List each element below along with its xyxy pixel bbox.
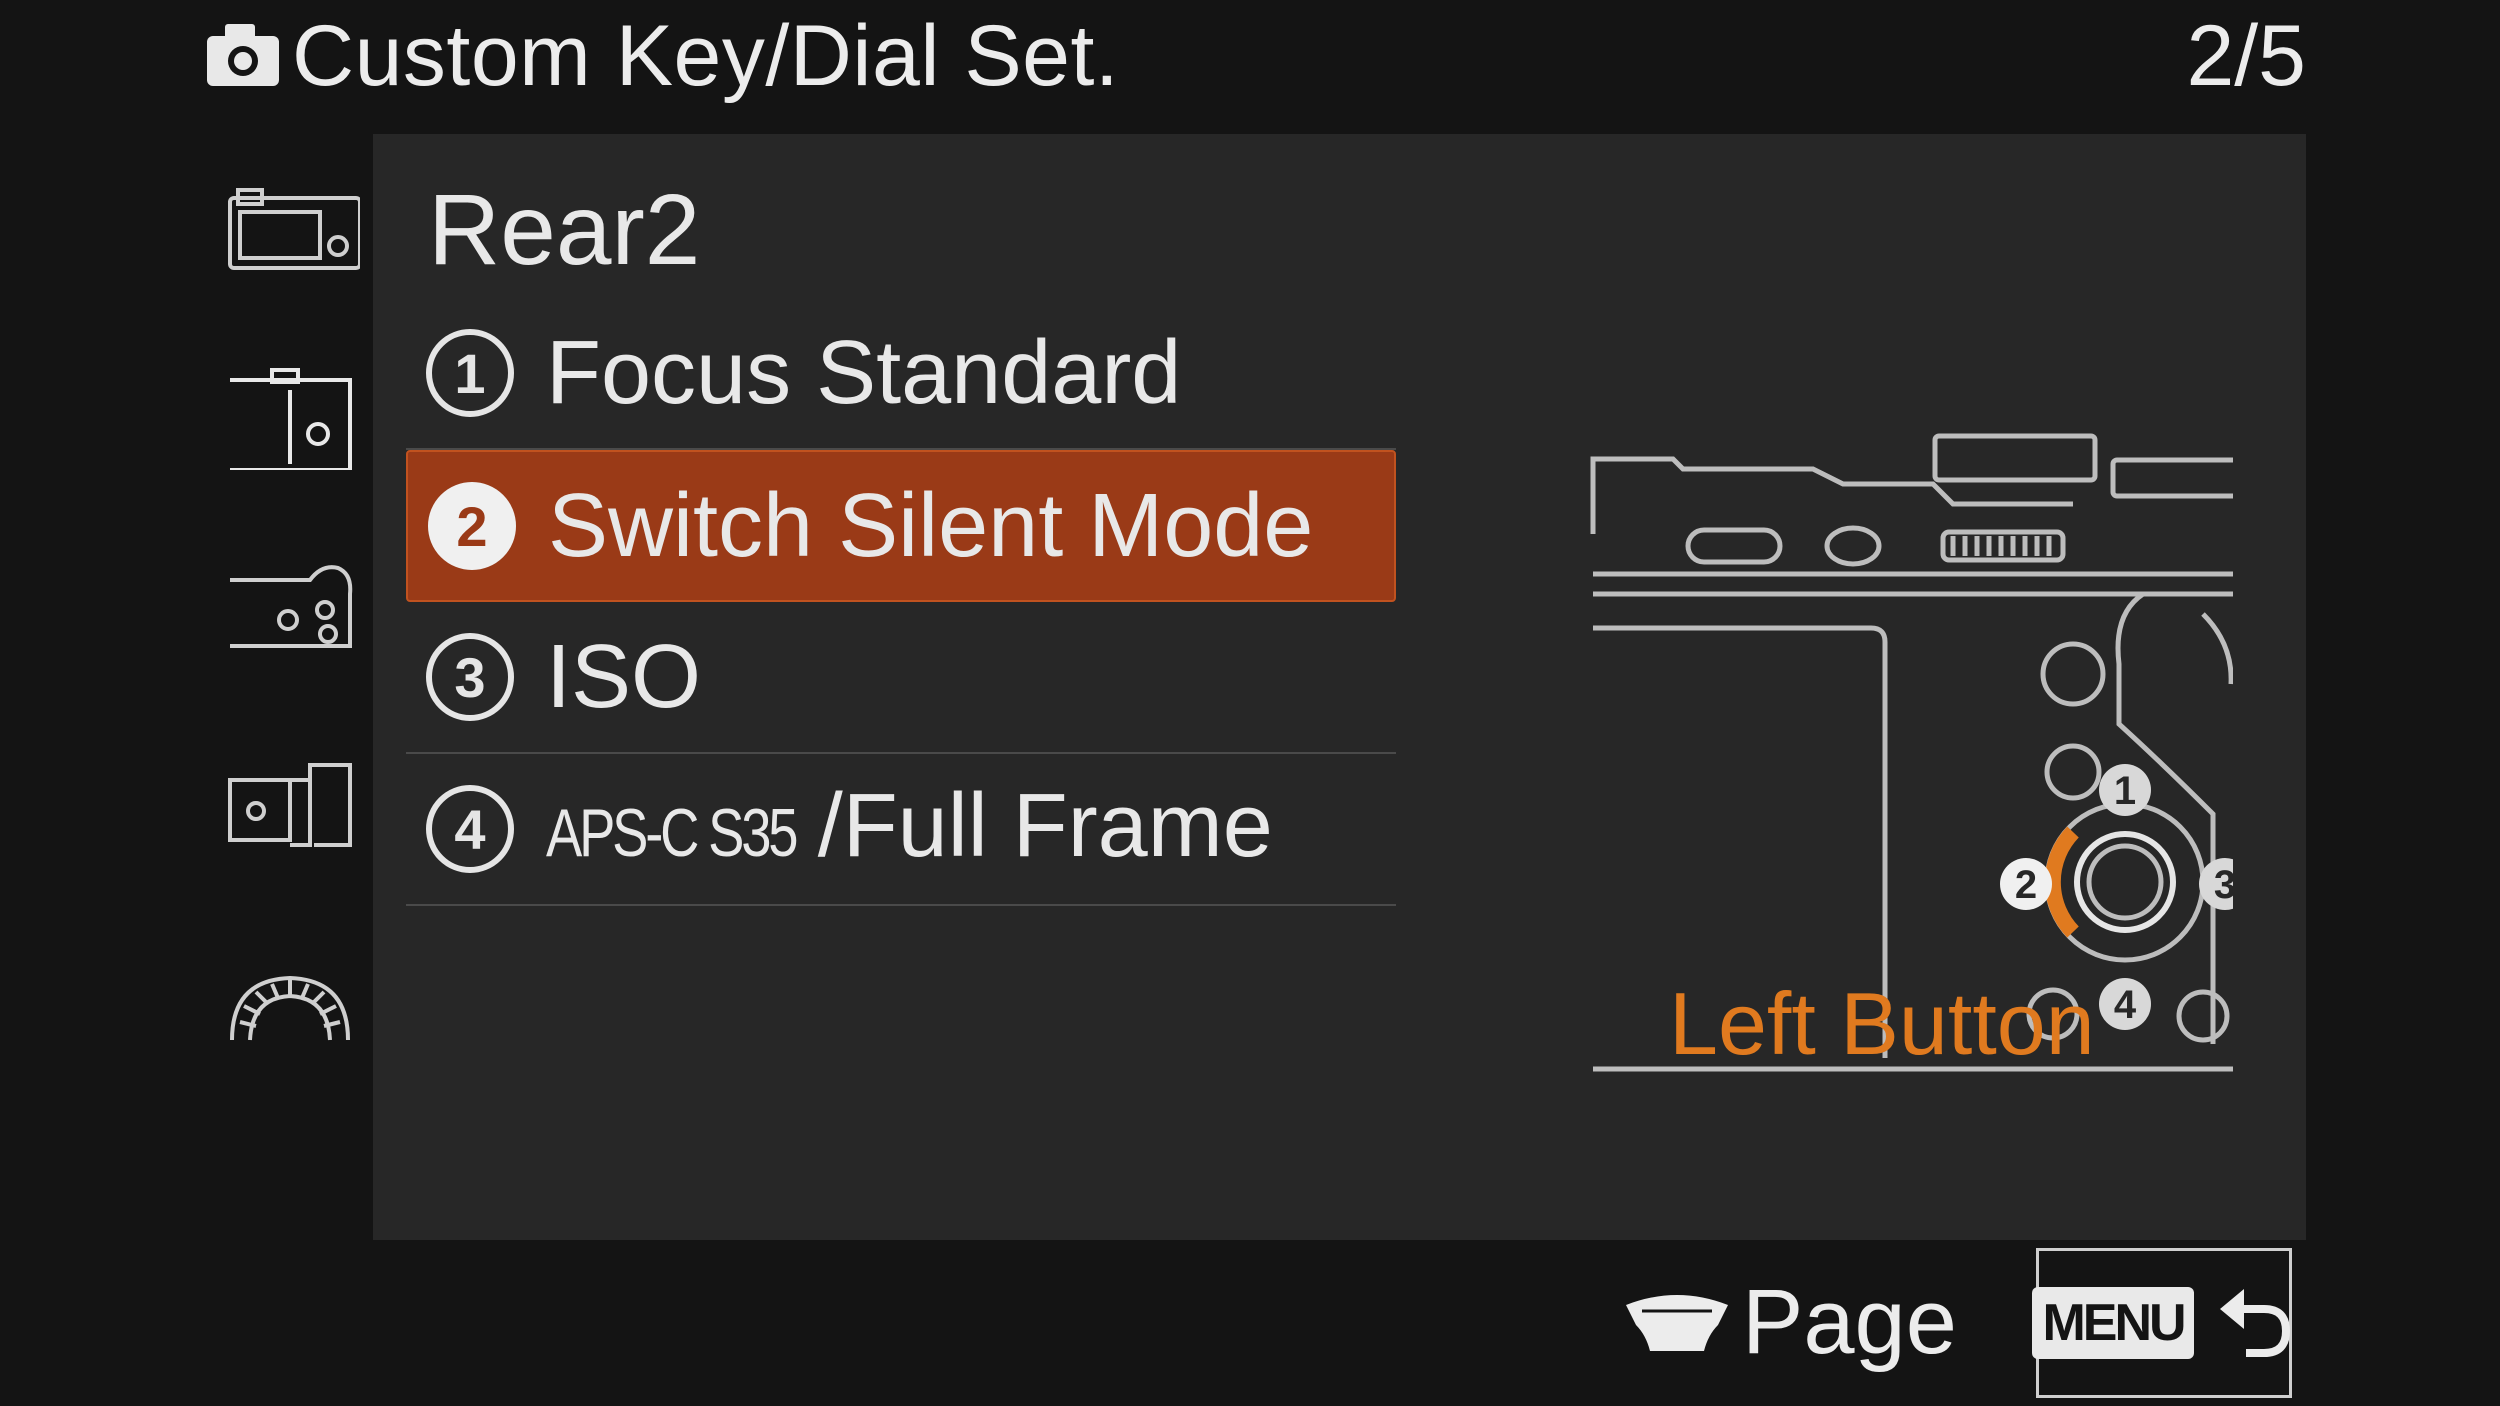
page-title: Custom Key/Dial Set. bbox=[292, 8, 1120, 104]
camera-lens-side-icon bbox=[230, 565, 353, 648]
dial-icon bbox=[230, 975, 350, 1041]
diagram-label-1: 1 bbox=[2114, 769, 2136, 813]
item-label: ISO bbox=[546, 627, 702, 727]
list-item-1[interactable]: 1 Focus Standard bbox=[406, 298, 1396, 450]
item-label-prefix: APS-C S35 bbox=[546, 794, 799, 871]
sidebar-tab-5[interactable] bbox=[210, 940, 360, 1050]
page-indicator: 2/5 bbox=[2186, 8, 2306, 104]
wheel-icon bbox=[1622, 1285, 1732, 1360]
camera-icon bbox=[205, 18, 281, 88]
page-label: Page bbox=[1742, 1270, 1957, 1373]
list-item-3[interactable]: 3 ISO bbox=[406, 602, 1396, 754]
camera-rear-right-icon bbox=[230, 368, 352, 472]
camera-top-rear-icon bbox=[228, 188, 362, 270]
main-panel: Rear2 1 Focus Standard 2 Switch Silent M… bbox=[373, 134, 2306, 1240]
list-item-4[interactable]: 4 APS-C S35/Full Frame bbox=[406, 754, 1396, 906]
menu-key-label: MENU bbox=[2032, 1287, 2194, 1359]
back-arrow-icon bbox=[2216, 1281, 2296, 1366]
camera-rear-diagram: 1 2 3 4 bbox=[1513, 284, 2284, 1084]
header: Custom Key/Dial Set. 2/5 bbox=[0, 0, 2500, 130]
list-item-2-selected[interactable]: 2 Switch Silent Mode bbox=[406, 450, 1396, 602]
menu-list: 1 Focus Standard 2 Switch Silent Mode 3 … bbox=[406, 298, 1396, 906]
item-number-badge: 1 bbox=[426, 329, 514, 417]
sidebar-tab-1[interactable] bbox=[210, 170, 362, 280]
sidebar-tab-2[interactable] bbox=[210, 360, 360, 472]
sidebar-tab-4[interactable] bbox=[210, 745, 360, 855]
diagram-label-2: 2 bbox=[2015, 863, 2037, 907]
section-title: Rear2 bbox=[428, 174, 701, 286]
item-number-badge: 4 bbox=[426, 785, 514, 873]
camera-front-grip-icon bbox=[228, 763, 352, 847]
item-label-suffix: /Full Frame bbox=[817, 775, 1273, 876]
sidebar bbox=[200, 170, 370, 1230]
menu-back-button[interactable]: MENU bbox=[2032, 1248, 2292, 1398]
sidebar-tab-3[interactable] bbox=[210, 550, 360, 660]
item-label: Switch Silent Mode bbox=[548, 476, 1314, 576]
item-number-badge: 2 bbox=[428, 482, 516, 570]
item-number-badge: 3 bbox=[426, 633, 514, 721]
page-hint[interactable]: Page bbox=[1622, 1262, 1957, 1382]
diagram-label-3: 3 bbox=[2214, 863, 2233, 907]
assigned-button-name: Left Button bbox=[1669, 974, 2095, 1073]
diagram-label-4: 4 bbox=[2114, 983, 2137, 1027]
item-label: APS-C S35/Full Frame bbox=[546, 776, 1273, 883]
item-label: Focus Standard bbox=[546, 323, 1182, 423]
